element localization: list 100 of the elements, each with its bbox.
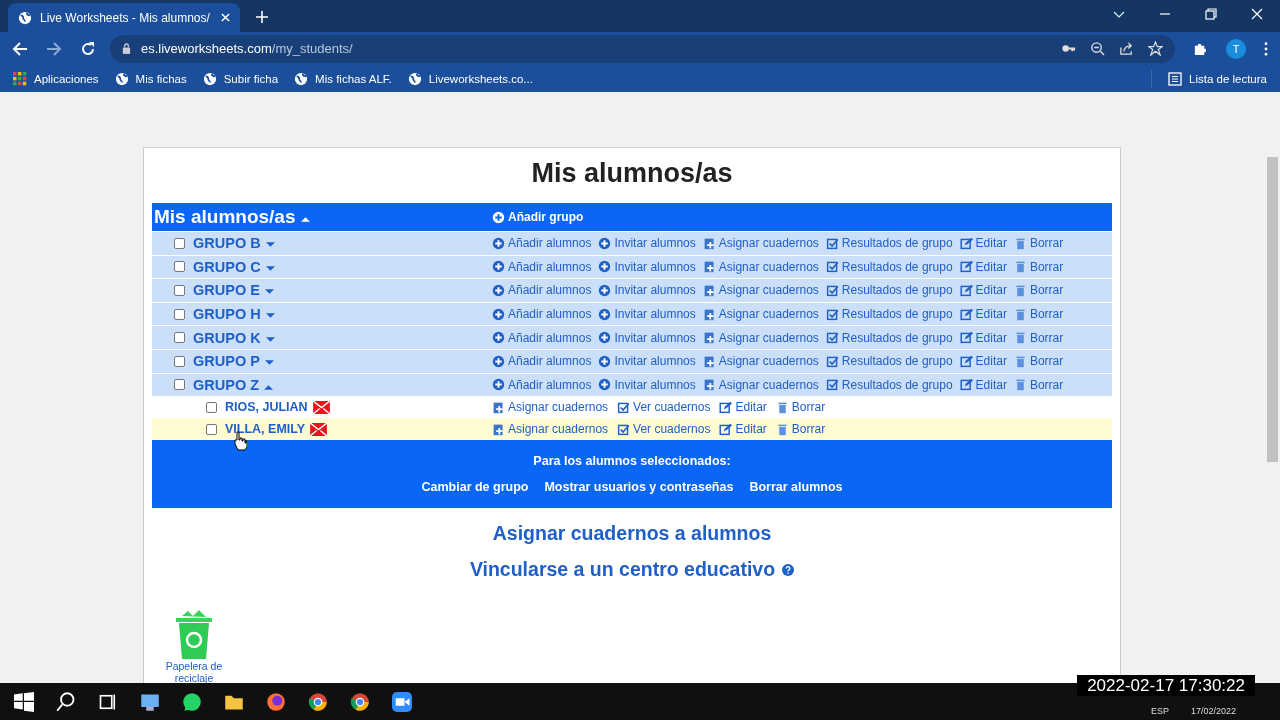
- student-name-link[interactable]: RIOS, JULIAN: [225, 400, 308, 415]
- profile-avatar[interactable]: T: [1226, 38, 1246, 59]
- address-bar[interactable]: es.liveworksheets.com/my_students/: [110, 34, 1175, 63]
- student-action-link[interactable]: Editar: [719, 422, 767, 437]
- caret-down-icon[interactable]: [265, 313, 275, 320]
- group-action-link[interactable]: Asignar cuadernos: [702, 259, 819, 274]
- add-group-link[interactable]: Añadir grupo: [492, 210, 584, 224]
- group-action-link[interactable]: Asignar cuadernos: [702, 330, 819, 345]
- selection-action-link[interactable]: Cambiar de grupo: [421, 480, 529, 495]
- group-action-link[interactable]: Añadir alumnos: [492, 307, 592, 322]
- video-camera-icon[interactable]: [392, 691, 412, 712]
- group-action-link[interactable]: Editar: [959, 236, 1007, 251]
- browser-icon[interactable]: [308, 691, 328, 712]
- student-name-link[interactable]: VILLA, EMILY: [225, 422, 306, 437]
- group-action-link[interactable]: Invitar alumnos: [598, 283, 696, 298]
- group-action-link[interactable]: Borrar: [1013, 377, 1064, 392]
- assign-link[interactable]: Asignar cuadernos a alumnos: [492, 522, 772, 546]
- chat-bubble-icon[interactable]: [182, 691, 202, 712]
- group-action-link[interactable]: Invitar alumnos: [598, 354, 696, 369]
- checkbox[interactable]: [174, 285, 185, 296]
- group-name-link[interactable]: GRUPO C: [193, 258, 261, 275]
- group-action-link[interactable]: Invitar alumnos: [598, 377, 696, 392]
- bookmark[interactable]: Subir ficha: [202, 71, 279, 86]
- group-name-link[interactable]: GRUPO K: [193, 329, 261, 346]
- share-icon[interactable]: [1119, 41, 1134, 56]
- fox-browser-icon[interactable]: [266, 691, 286, 712]
- selection-action-link[interactable]: Mostrar usuarios y contraseñas: [544, 480, 734, 495]
- group-action-link[interactable]: Resultados de grupo: [825, 330, 953, 345]
- group-action-link[interactable]: Borrar: [1013, 330, 1064, 345]
- browser-icon[interactable]: [350, 691, 370, 712]
- group-action-link[interactable]: Borrar: [1013, 354, 1064, 369]
- group-action-link[interactable]: Resultados de grupo: [825, 236, 953, 251]
- help-icon[interactable]: [782, 563, 795, 576]
- group-action-link[interactable]: Resultados de grupo: [825, 283, 953, 298]
- group-name-link[interactable]: GRUPO P: [193, 353, 260, 370]
- caret-up-icon[interactable]: [264, 383, 274, 390]
- student-action-link[interactable]: Editar: [719, 400, 767, 415]
- group-action-link[interactable]: Añadir alumnos: [492, 330, 592, 345]
- envelope-icon[interactable]: [312, 400, 330, 414]
- group-name-link[interactable]: GRUPO B: [193, 235, 261, 252]
- reading-list-button[interactable]: Lista de lectura: [1168, 71, 1267, 86]
- group-action-link[interactable]: Asignar cuadernos: [702, 283, 819, 298]
- group-action-link[interactable]: Añadir alumnos: [492, 236, 592, 251]
- close-icon[interactable]: [221, 13, 230, 22]
- student-action-link[interactable]: Asignar cuadernos: [492, 400, 609, 415]
- checkbox[interactable]: [206, 401, 217, 413]
- group-name-link[interactable]: GRUPO H: [193, 306, 261, 323]
- group-action-link[interactable]: Resultados de grupo: [825, 259, 953, 274]
- group-action-link[interactable]: Resultados de grupo: [825, 354, 953, 369]
- group-action-link[interactable]: Editar: [959, 283, 1007, 298]
- star-icon[interactable]: [1148, 41, 1163, 56]
- caret-down-icon[interactable]: [264, 360, 274, 367]
- bookmark[interactable]: Aplicaciones: [13, 71, 99, 86]
- checkbox[interactable]: [174, 355, 185, 367]
- zoom-out-icon[interactable]: [1090, 41, 1105, 56]
- group-action-link[interactable]: Editar: [959, 307, 1007, 322]
- group-action-link[interactable]: Añadir alumnos: [492, 354, 592, 369]
- taskbar-date[interactable]: 17/02/2022: [1190, 706, 1236, 720]
- group-action-link[interactable]: Borrar: [1013, 259, 1064, 274]
- reload-icon[interactable]: [80, 40, 96, 57]
- group-action-link[interactable]: Añadir alumnos: [492, 259, 592, 274]
- student-action-link[interactable]: Borrar: [775, 400, 826, 415]
- group-action-link[interactable]: Añadir alumnos: [492, 283, 592, 298]
- group-action-link[interactable]: Editar: [959, 354, 1007, 369]
- language-indicator[interactable]: ESP: [1150, 706, 1169, 720]
- windows-start-icon[interactable]: [14, 691, 34, 712]
- student-action-link[interactable]: Borrar: [775, 422, 826, 437]
- caret-down-icon[interactable]: [265, 336, 275, 343]
- group-action-link[interactable]: Invitar alumnos: [598, 307, 696, 322]
- envelope-icon[interactable]: [310, 422, 328, 436]
- group-action-link[interactable]: Borrar: [1013, 236, 1064, 251]
- student-action-link[interactable]: Ver cuadernos: [617, 400, 711, 415]
- browser-tab[interactable]: Live Worksheets - Mis alumnos/: [8, 3, 240, 32]
- group-action-link[interactable]: Editar: [959, 377, 1007, 392]
- group-action-link[interactable]: Asignar cuadernos: [702, 377, 819, 392]
- close-icon[interactable]: [1251, 8, 1263, 20]
- group-action-link[interactable]: Añadir alumnos: [492, 377, 592, 392]
- checkbox[interactable]: [174, 261, 185, 273]
- restore-icon[interactable]: [1205, 8, 1217, 20]
- group-action-link[interactable]: Editar: [959, 259, 1007, 274]
- group-action-link[interactable]: Invitar alumnos: [598, 236, 696, 251]
- bookmark[interactable]: Mis fichas ALF.: [294, 71, 392, 86]
- bookmark[interactable]: Mis fichas: [114, 71, 187, 86]
- group-action-link[interactable]: Borrar: [1013, 307, 1064, 322]
- checkbox[interactable]: [174, 308, 185, 320]
- checkbox[interactable]: [174, 237, 185, 249]
- search-icon[interactable]: [56, 691, 76, 712]
- back-icon[interactable]: [12, 40, 28, 57]
- group-action-link[interactable]: Asignar cuadernos: [702, 354, 819, 369]
- caret-down-icon[interactable]: [265, 242, 275, 249]
- new-tab-icon[interactable]: [256, 11, 268, 23]
- checkbox[interactable]: [206, 423, 217, 435]
- group-action-link[interactable]: Invitar alumnos: [598, 259, 696, 274]
- group-action-link[interactable]: Resultados de grupo: [825, 377, 953, 392]
- caret-down-icon[interactable]: [264, 289, 274, 296]
- group-action-link[interactable]: Invitar alumnos: [598, 330, 696, 345]
- bookmark[interactable]: Liveworksheets.co...: [407, 71, 533, 86]
- group-action-link[interactable]: Editar: [959, 330, 1007, 345]
- menu-icon[interactable]: [1264, 41, 1268, 56]
- caret-down-icon[interactable]: [265, 265, 275, 272]
